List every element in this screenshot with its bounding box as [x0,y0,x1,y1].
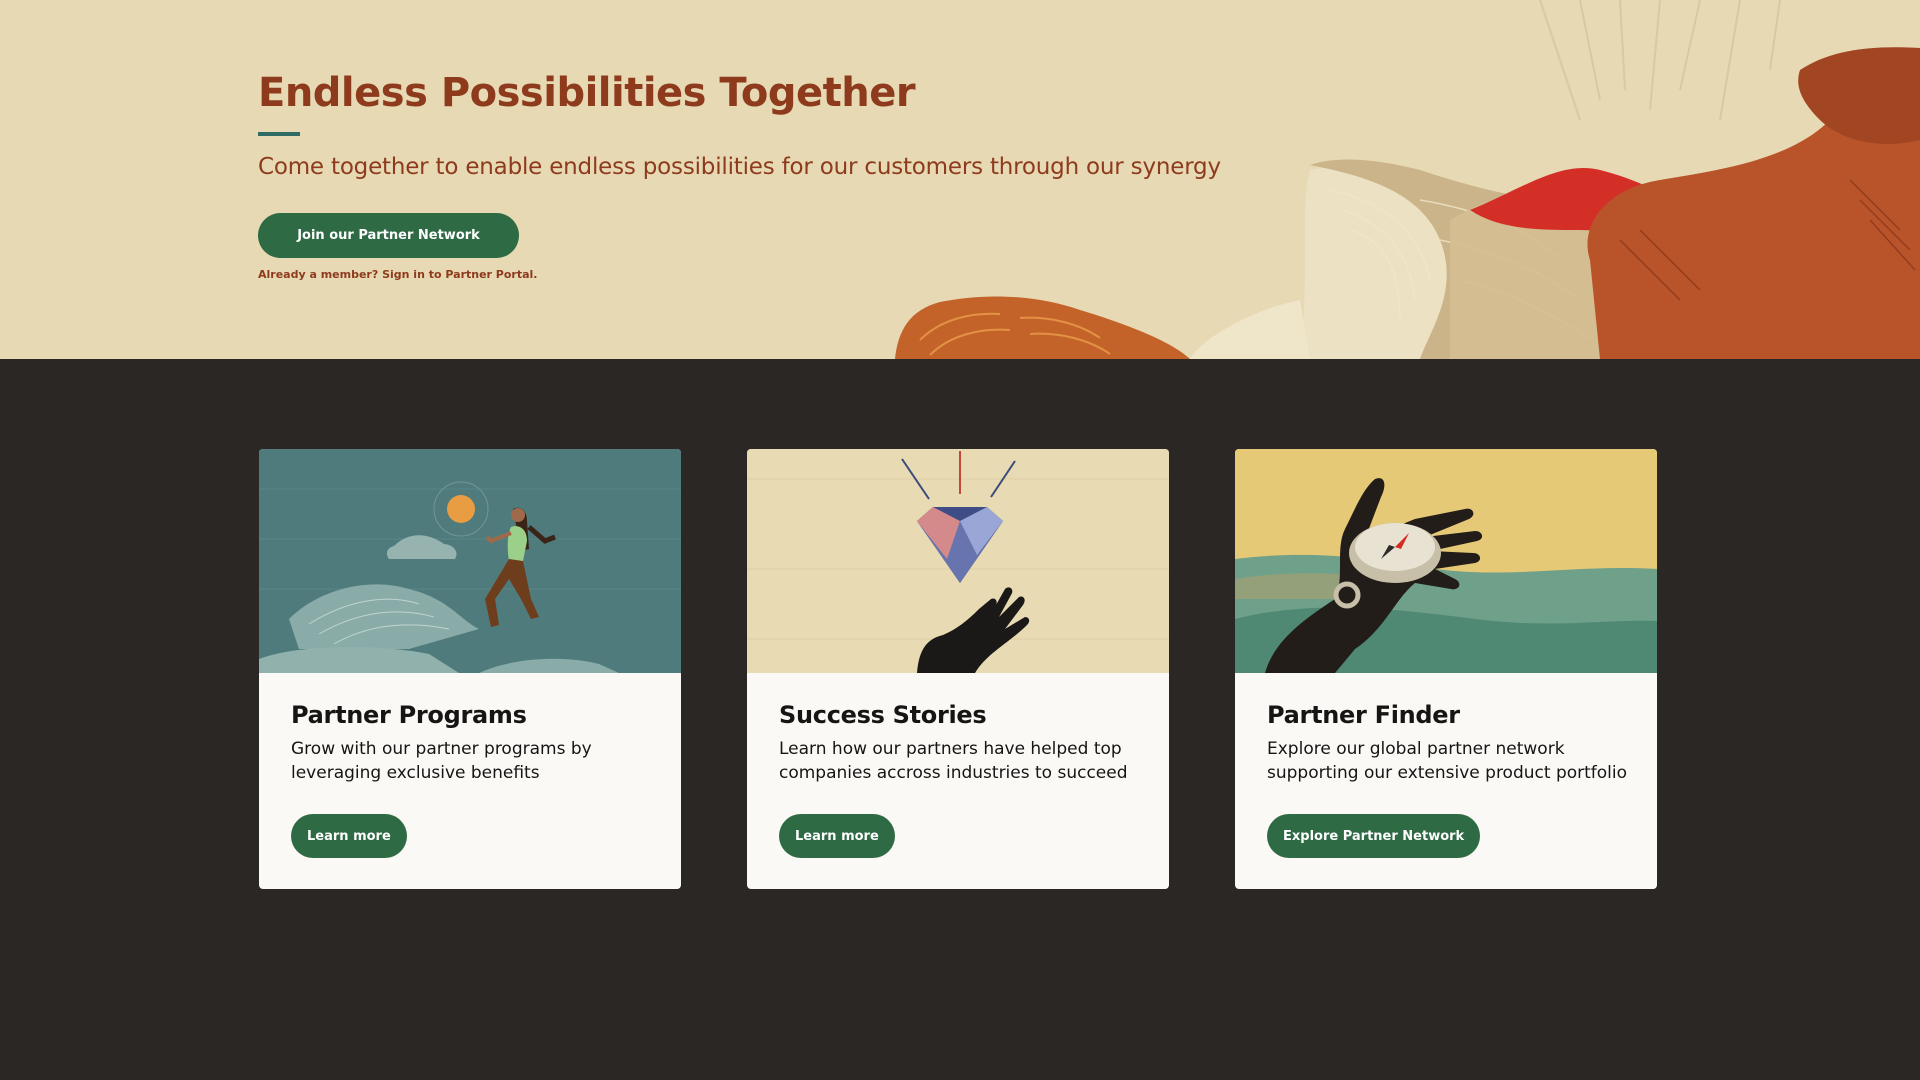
card-body: Partner Programs Grow with our partner p… [259,673,681,889]
card-body: Partner Finder Explore our global partne… [1235,673,1657,889]
card-body: Success Stories Learn how our partners h… [747,673,1169,889]
hero-banner: Endless Possibilities Together Come toge… [0,0,1920,359]
hero-subtitle: Come together to enable endless possibil… [258,154,1221,180]
hero-content: Endless Possibilities Together Come toge… [258,70,1221,281]
card-description: Grow with our partner programs by levera… [291,739,592,783]
compass-hand-illustration-icon [1235,449,1657,673]
card-row: Partner Programs Grow with our partner p… [259,449,1657,889]
card-partner-finder: Partner Finder Explore our global partne… [1235,449,1657,889]
hero-title: Endless Possibilities Together [258,70,916,116]
learn-more-button[interactable]: Learn more [291,814,407,858]
card-title: Success Stories [779,701,987,729]
partner-portal-sign-in-link[interactable]: Already a member? Sign in to Partner Por… [258,268,1221,281]
card-description: Explore our global partner network suppo… [1267,739,1628,783]
woman-running-illustration-icon [259,449,681,673]
diamond-hand-illustration-icon [747,449,1169,673]
learn-more-button[interactable]: Learn more [779,814,895,858]
card-description: Learn how our partners have helped top c… [779,739,1128,783]
explore-partner-network-button[interactable]: Explore Partner Network [1267,814,1481,858]
card-partner-programs: Partner Programs Grow with our partner p… [259,449,681,889]
card-title: Partner Programs [291,701,527,729]
card-title: Partner Finder [1267,701,1460,729]
join-partner-network-button[interactable]: Join our Partner Network [258,213,519,258]
title-divider [258,132,300,136]
card-success-stories: Success Stories Learn how our partners h… [747,449,1169,889]
